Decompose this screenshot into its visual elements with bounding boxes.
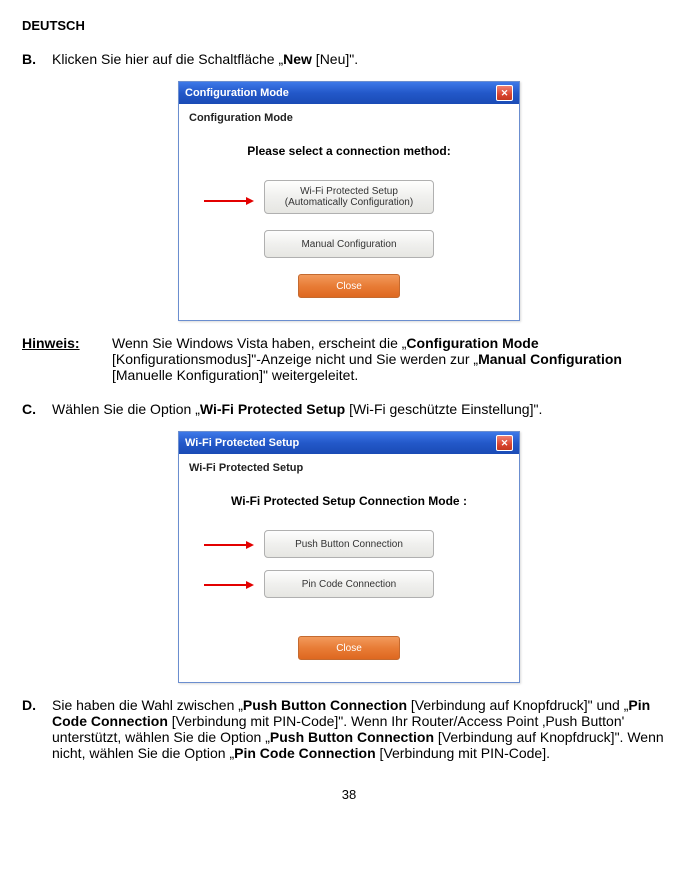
text: [Verbindung mit PIN-Code]. bbox=[376, 745, 550, 761]
pin-code-connection-button[interactable]: Pin Code Connection bbox=[264, 570, 434, 598]
text: [Konfigurationsmodus]"-Anzeige nicht und… bbox=[112, 351, 478, 367]
step-b-text: Klicken Sie hier auf die Schaltfläche „N… bbox=[52, 51, 676, 67]
hinweis-label: Hinweis: bbox=[22, 335, 112, 383]
text: Wählen Sie die Option „ bbox=[52, 401, 200, 417]
text: [Manuelle Konfiguration]" weitergeleitet… bbox=[112, 367, 358, 383]
step-c: C. Wählen Sie die Option „Wi-Fi Protecte… bbox=[22, 401, 676, 417]
text: Klicken Sie hier auf die Schaltfläche „ bbox=[52, 51, 283, 67]
step-b: B. Klicken Sie hier auf die Schaltfläche… bbox=[22, 51, 676, 67]
window-title: Configuration Mode bbox=[185, 87, 289, 99]
text-bold: Pin Code Connection bbox=[234, 745, 376, 761]
window-config-mode: Configuration Mode ✕ Configuration Mode … bbox=[178, 81, 520, 321]
window-title: Wi-Fi Protected Setup bbox=[185, 437, 299, 449]
section-heading: Configuration Mode bbox=[179, 110, 519, 130]
close-button[interactable]: Close bbox=[298, 274, 400, 298]
text: [Verbindung auf Knopfdruck]" und „ bbox=[407, 697, 628, 713]
text: Wenn Sie Windows Vista haben, erscheint … bbox=[112, 335, 406, 351]
step-b-letter: B. bbox=[22, 51, 52, 67]
prompt-message: Wi-Fi Protected Setup Connection Mode : bbox=[179, 480, 519, 530]
titlebar: Wi-Fi Protected Setup ✕ bbox=[179, 432, 519, 454]
button-stack: Wi-Fi Protected Setup (Automatically Con… bbox=[179, 180, 519, 308]
button-label-line2: (Automatically Configuration) bbox=[285, 197, 413, 208]
hinweis-note: Hinweis: Wenn Sie Windows Vista haben, e… bbox=[22, 335, 676, 383]
screenshot-1-wrap: Configuration Mode ✕ Configuration Mode … bbox=[22, 81, 676, 321]
step-c-text: Wählen Sie die Option „Wi-Fi Protected S… bbox=[52, 401, 676, 417]
text-bold: New bbox=[283, 51, 312, 67]
button-label-line1: Wi-Fi Protected Setup bbox=[285, 186, 413, 197]
step-d-text: Sie haben die Wahl zwischen „Push Button… bbox=[52, 697, 676, 761]
window-body: Wi-Fi Protected Setup Wi-Fi Protected Se… bbox=[179, 454, 519, 682]
text: [Neu]". bbox=[312, 51, 358, 67]
step-d: D. Sie haben die Wahl zwischen „Push But… bbox=[22, 697, 676, 761]
close-button[interactable]: Close bbox=[298, 636, 400, 660]
text-bold: Wi-Fi Protected Setup bbox=[200, 401, 345, 417]
wifi-protected-setup-button[interactable]: Wi-Fi Protected Setup (Automatically Con… bbox=[264, 180, 434, 214]
window-wps: Wi-Fi Protected Setup ✕ Wi-Fi Protected … bbox=[178, 431, 520, 683]
close-icon[interactable]: ✕ bbox=[496, 85, 513, 101]
page-header: DEUTSCH bbox=[22, 18, 676, 33]
manual-configuration-button[interactable]: Manual Configuration bbox=[264, 230, 434, 258]
hinweis-body: Wenn Sie Windows Vista haben, erscheint … bbox=[112, 335, 676, 383]
text: [Wi-Fi geschützte Einstellung]". bbox=[345, 401, 542, 417]
page-number: 38 bbox=[22, 787, 676, 802]
section-heading: Wi-Fi Protected Setup bbox=[179, 460, 519, 480]
text: Sie haben die Wahl zwischen „ bbox=[52, 697, 243, 713]
text-bold: Push Button Connection bbox=[270, 729, 434, 745]
arrow-icon bbox=[204, 196, 254, 198]
step-c-letter: C. bbox=[22, 401, 52, 417]
arrow-icon bbox=[204, 540, 254, 542]
window-body: Configuration Mode Please select a conne… bbox=[179, 104, 519, 320]
push-button-connection-button[interactable]: Push Button Connection bbox=[264, 530, 434, 558]
text-bold: Push Button Connection bbox=[243, 697, 407, 713]
text-bold: Configuration Mode bbox=[406, 335, 538, 351]
text-bold: Manual Configuration bbox=[478, 351, 622, 367]
close-icon[interactable]: ✕ bbox=[496, 435, 513, 451]
screenshot-2-wrap: Wi-Fi Protected Setup ✕ Wi-Fi Protected … bbox=[22, 431, 676, 683]
button-stack: Push Button Connection Pin Code Connecti… bbox=[179, 530, 519, 670]
titlebar: Configuration Mode ✕ bbox=[179, 82, 519, 104]
step-d-letter: D. bbox=[22, 697, 52, 761]
prompt-message: Please select a connection method: bbox=[179, 130, 519, 180]
arrow-icon bbox=[204, 580, 254, 582]
